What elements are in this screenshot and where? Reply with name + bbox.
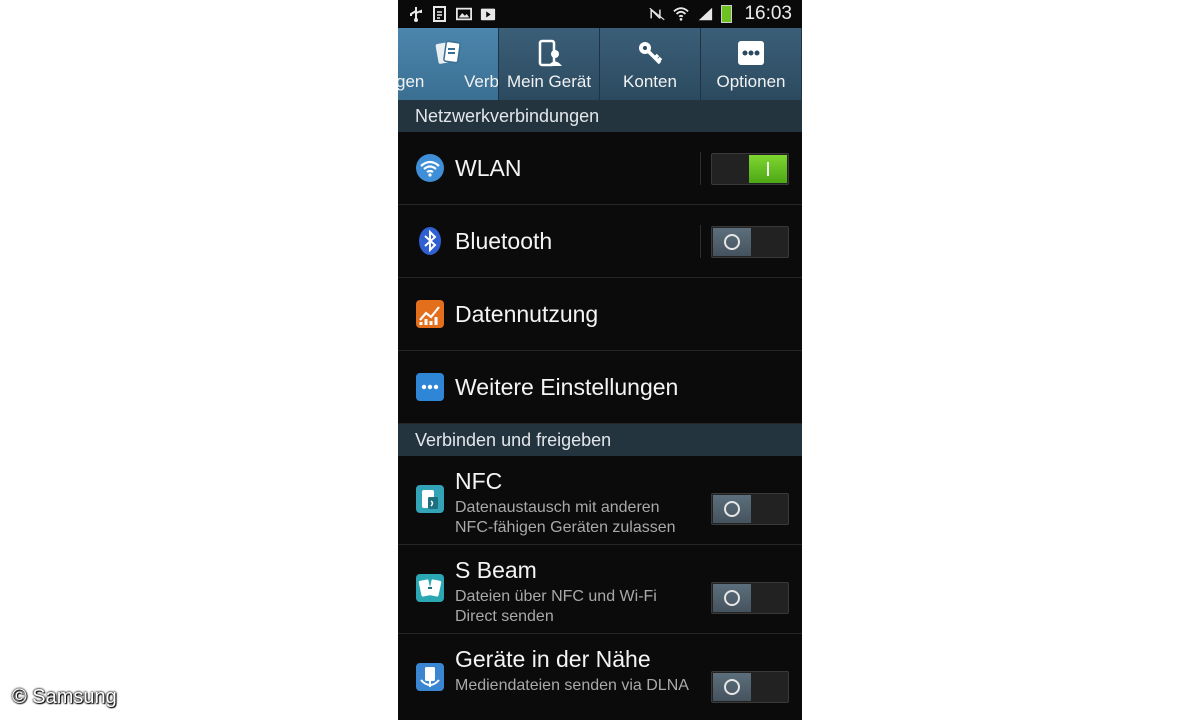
tab-accounts[interactable]: Konten (600, 28, 701, 100)
toggle-knob (713, 495, 751, 523)
list-item-s-beam[interactable]: S Beam Dateien über NFC und Wi-Fi Direct… (398, 545, 802, 634)
nearby-devices-icon (416, 663, 444, 691)
section-header-connect-share: Verbinden und freigeben (398, 424, 802, 456)
battery-icon (721, 5, 733, 23)
row-divider (700, 152, 701, 185)
tab-accounts-label: Konten (623, 72, 677, 91)
signal-icon (697, 6, 713, 22)
data-usage-label: Datennutzung (455, 301, 599, 327)
s-beam-description: Dateien über NFC und Wi-Fi Direct senden (455, 588, 657, 625)
wlan-label: WLAN (455, 155, 522, 181)
tab-connections-label-left: gen (398, 72, 425, 91)
key-icon (635, 38, 665, 68)
image-icon (456, 6, 472, 22)
tab-options-label: Optionen (716, 72, 786, 91)
status-bar: 16:03 (398, 0, 802, 28)
wifi-icon (673, 6, 690, 22)
nfc-muted-icon (649, 6, 666, 22)
clipboard-icon (432, 6, 448, 22)
toggle-knob (713, 584, 751, 612)
more-settings-icon (416, 373, 444, 401)
tab-connections-label-right: Verb (464, 72, 499, 91)
connections-tab-icon (433, 38, 463, 68)
device-icon (534, 38, 564, 68)
nearby-devices-toggle[interactable] (711, 671, 789, 703)
bluetooth-label: Bluetooth (455, 228, 553, 254)
list-item-more-settings[interactable]: Weitere Einstellungen (398, 351, 802, 424)
toggle-knob (713, 673, 751, 701)
usb-icon (408, 6, 424, 22)
media-icon (480, 6, 496, 22)
toggle-knob (749, 155, 787, 183)
tab-my-device[interactable]: Mein Gerät (499, 28, 600, 100)
settings-tab-bar: gen Verb Mein Gerät Konten Optionen (398, 28, 802, 100)
s-beam-label: S Beam (455, 557, 537, 583)
copyright-watermark: © Samsung (12, 686, 117, 708)
data-usage-icon (416, 300, 444, 328)
list-item-nfc[interactable]: NFC Datenaustausch mit anderen NFC-fähig… (398, 456, 802, 545)
nearby-devices-label: Geräte in der Nähe (455, 646, 651, 672)
clock: 16:03 (744, 3, 792, 24)
wlan-toggle[interactable] (711, 153, 789, 185)
s-beam-toggle[interactable] (711, 582, 789, 614)
toggle-knob (713, 228, 751, 256)
bluetooth-icon (416, 227, 444, 255)
list-item-bluetooth[interactable]: Bluetooth (398, 205, 802, 278)
nfc-description: Datenaustausch mit anderen NFC-fähigen G… (455, 499, 676, 536)
list-item-data-usage[interactable]: Datennutzung (398, 278, 802, 351)
nfc-label: NFC (455, 468, 503, 494)
nfc-toggle[interactable] (711, 493, 789, 525)
wifi-settings-icon (416, 154, 444, 182)
phone-screen: 16:03 gen Verb Mein Gerät Konten Optione… (398, 0, 802, 720)
more-settings-label: Weitere Einstellungen (455, 374, 679, 400)
tab-connections[interactable]: gen Verb (398, 28, 499, 100)
nfc-icon (416, 485, 444, 513)
section-header-network: Netzwerkverbindungen (398, 100, 802, 132)
list-item-wlan[interactable]: WLAN (398, 132, 802, 205)
list-item-nearby-devices[interactable]: Geräte in der Nähe Mediendateien senden … (398, 634, 802, 720)
row-divider (700, 225, 701, 258)
nearby-devices-description: Mediendateien senden via DLNA (455, 677, 689, 694)
s-beam-icon (416, 574, 444, 602)
tab-my-device-label: Mein Gerät (506, 72, 592, 91)
tab-options[interactable]: Optionen (701, 28, 802, 100)
bluetooth-toggle[interactable] (711, 226, 789, 258)
more-options-icon (736, 38, 766, 68)
